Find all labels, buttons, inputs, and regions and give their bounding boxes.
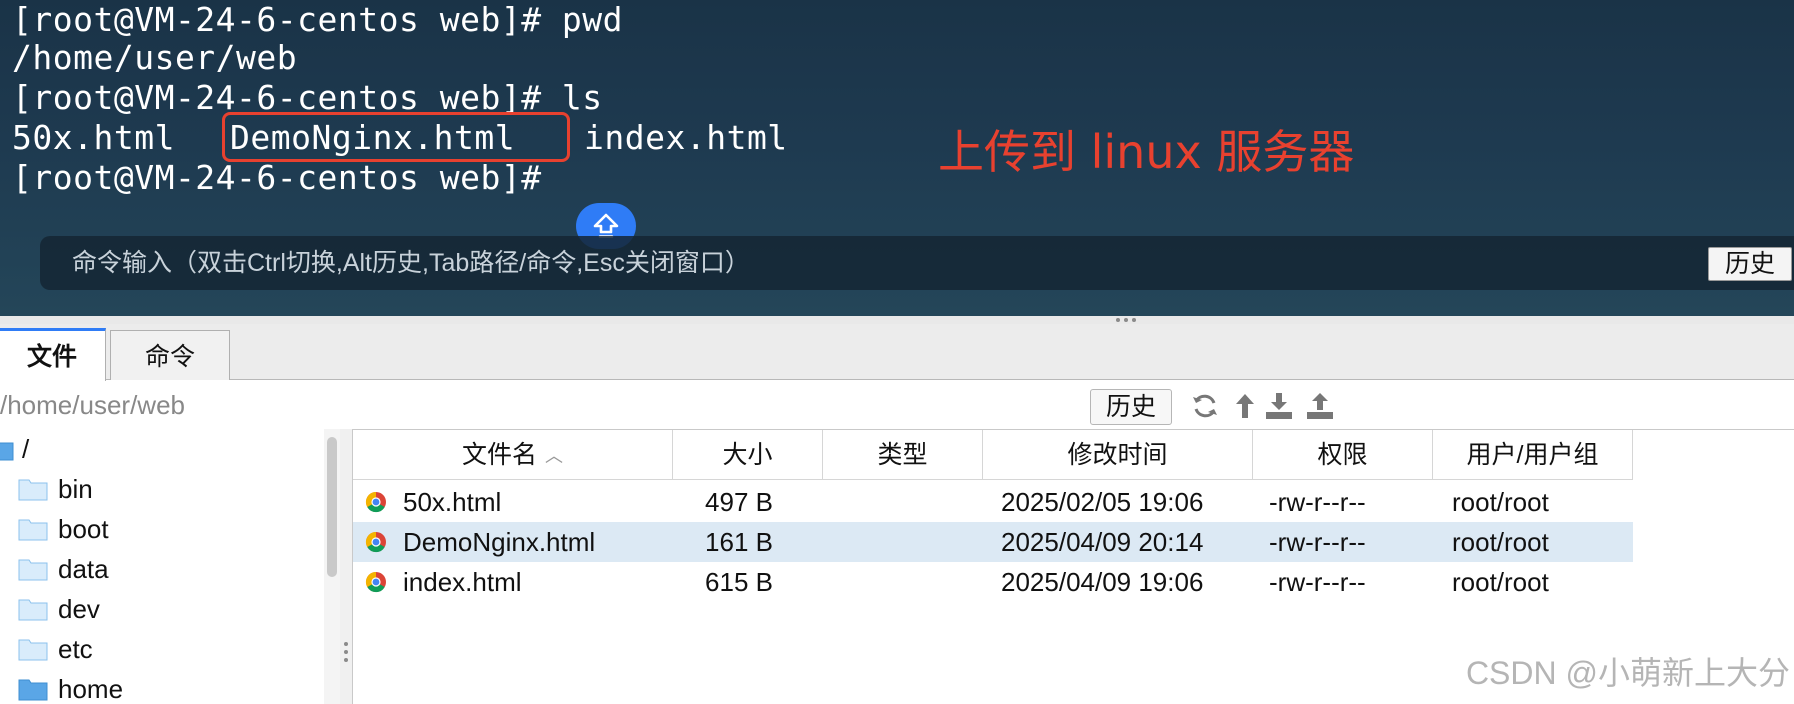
- pane-divider[interactable]: [340, 429, 352, 704]
- command-input-placeholder: 命令输入（双击Ctrl切换,Alt历史,Tab路径/命令,Esc关闭窗口）: [72, 249, 750, 277]
- pane-grip-icon: [344, 650, 348, 654]
- file-perm: -rw-r--r--: [1269, 487, 1366, 517]
- tree-item-label: dev: [58, 594, 100, 624]
- folder-icon: [18, 639, 48, 661]
- pane-grip-icon: [344, 658, 348, 662]
- file-name: 50x.html: [403, 487, 502, 517]
- tree-item-label: data: [58, 554, 109, 584]
- upload-icon[interactable]: [1305, 391, 1335, 421]
- sort-ascending-icon: ︿: [545, 446, 563, 467]
- column-header-size[interactable]: 大小: [673, 430, 823, 480]
- file-owner: root/root: [1452, 567, 1549, 597]
- file-owner: root/root: [1452, 527, 1549, 557]
- terminal-line-pwd-cmd: [root@VM-24-6-centos web]# pwd: [12, 0, 624, 39]
- folder-icon: [18, 679, 48, 701]
- table-row[interactable]: index.html 615 B 2025/04/09 19:06 -rw-r-…: [353, 562, 1633, 602]
- table-row-selected[interactable]: DemoNginx.html 161 B 2025/04/09 20:14 -r…: [353, 522, 1633, 562]
- refresh-icon[interactable]: [1190, 391, 1220, 421]
- folder-icon: [0, 442, 14, 461]
- column-header-type[interactable]: 类型: [823, 430, 983, 480]
- pane-grip-icon: [344, 642, 348, 646]
- file-perm: -rw-r--r--: [1269, 527, 1366, 557]
- table-row[interactable]: 50x.html 497 B 2025/02/05 19:06 -rw-r--r…: [353, 482, 1633, 522]
- directory-tree: / bin boot data dev etc home: [0, 429, 340, 704]
- tree-item-label: bin: [58, 474, 93, 504]
- ls-item-50x: 50x.html: [12, 118, 175, 157]
- chrome-icon: [365, 531, 386, 553]
- highlight-box: [222, 112, 570, 162]
- tree-item-label: home: [58, 674, 124, 704]
- file-perm: -rw-r--r--: [1269, 567, 1366, 597]
- tree-item-label: boot: [58, 514, 109, 544]
- command-input-bar[interactable]: 命令输入（双击Ctrl切换,Alt历史,Tab路径/命令,Esc关闭窗口） 历史: [40, 236, 1794, 290]
- download-icon[interactable]: [1264, 391, 1294, 421]
- folder-icon: [18, 479, 48, 501]
- folder-icon: [18, 559, 48, 581]
- tree-item-label: /: [22, 434, 30, 464]
- tab-files[interactable]: 文件: [0, 328, 106, 381]
- column-header-mtime[interactable]: 修改时间: [983, 430, 1253, 480]
- annotation-text: 上传到 linux 服务器: [938, 125, 1355, 179]
- terminal-line-pwd-output: /home/user/web: [12, 38, 298, 77]
- file-size: 615 B: [705, 567, 773, 597]
- path-bar: /home/user/web 历史: [0, 381, 1794, 429]
- tree-scrollbar-thumb[interactable]: [327, 437, 337, 577]
- folder-icon: [18, 599, 48, 621]
- file-name: DemoNginx.html: [403, 527, 596, 557]
- go-up-icon[interactable]: [1230, 391, 1260, 421]
- file-size: 161 B: [705, 527, 773, 557]
- file-size: 497 B: [705, 487, 773, 517]
- path-history-button[interactable]: 历史: [1090, 389, 1172, 425]
- column-header-perm[interactable]: 权限: [1253, 430, 1433, 480]
- column-header-owner[interactable]: 用户/用户组: [1433, 430, 1633, 480]
- tab-bar: 文件 命令: [0, 324, 1794, 381]
- chrome-icon: [365, 571, 386, 593]
- watermark: CSDN @小萌新上大分: [1465, 655, 1790, 691]
- file-manager: 文件 命令 /home/user/web 历史 / bin boot data …: [0, 324, 1794, 704]
- file-mtime: 2025/04/09 20:14: [1001, 527, 1204, 557]
- terminal-line-prompt: [root@VM-24-6-centos web]#: [12, 158, 542, 197]
- horizontal-splitter[interactable]: [0, 316, 1794, 324]
- command-history-button[interactable]: 历史: [1708, 247, 1792, 281]
- path-input[interactable]: /home/user/web: [0, 381, 185, 429]
- chrome-icon: [365, 491, 386, 513]
- file-name: index.html: [403, 567, 522, 597]
- tree-item-label: etc: [58, 634, 93, 664]
- file-mtime: 2025/04/09 19:06: [1001, 567, 1204, 597]
- tab-commands[interactable]: 命令: [110, 330, 230, 380]
- column-header-name[interactable]: 文件名 ︿: [353, 430, 673, 480]
- column-header-label: 文件名: [461, 441, 537, 469]
- folder-icon: [18, 519, 48, 541]
- splitter-grip-icon[interactable]: [1116, 316, 1144, 324]
- terminal-panel[interactable]: [root@VM-24-6-centos web]# pwd /home/use…: [0, 0, 1794, 316]
- file-mtime: 2025/02/05 19:06: [1001, 487, 1204, 517]
- ls-item-index: index.html: [584, 118, 788, 157]
- file-owner: root/root: [1452, 487, 1549, 517]
